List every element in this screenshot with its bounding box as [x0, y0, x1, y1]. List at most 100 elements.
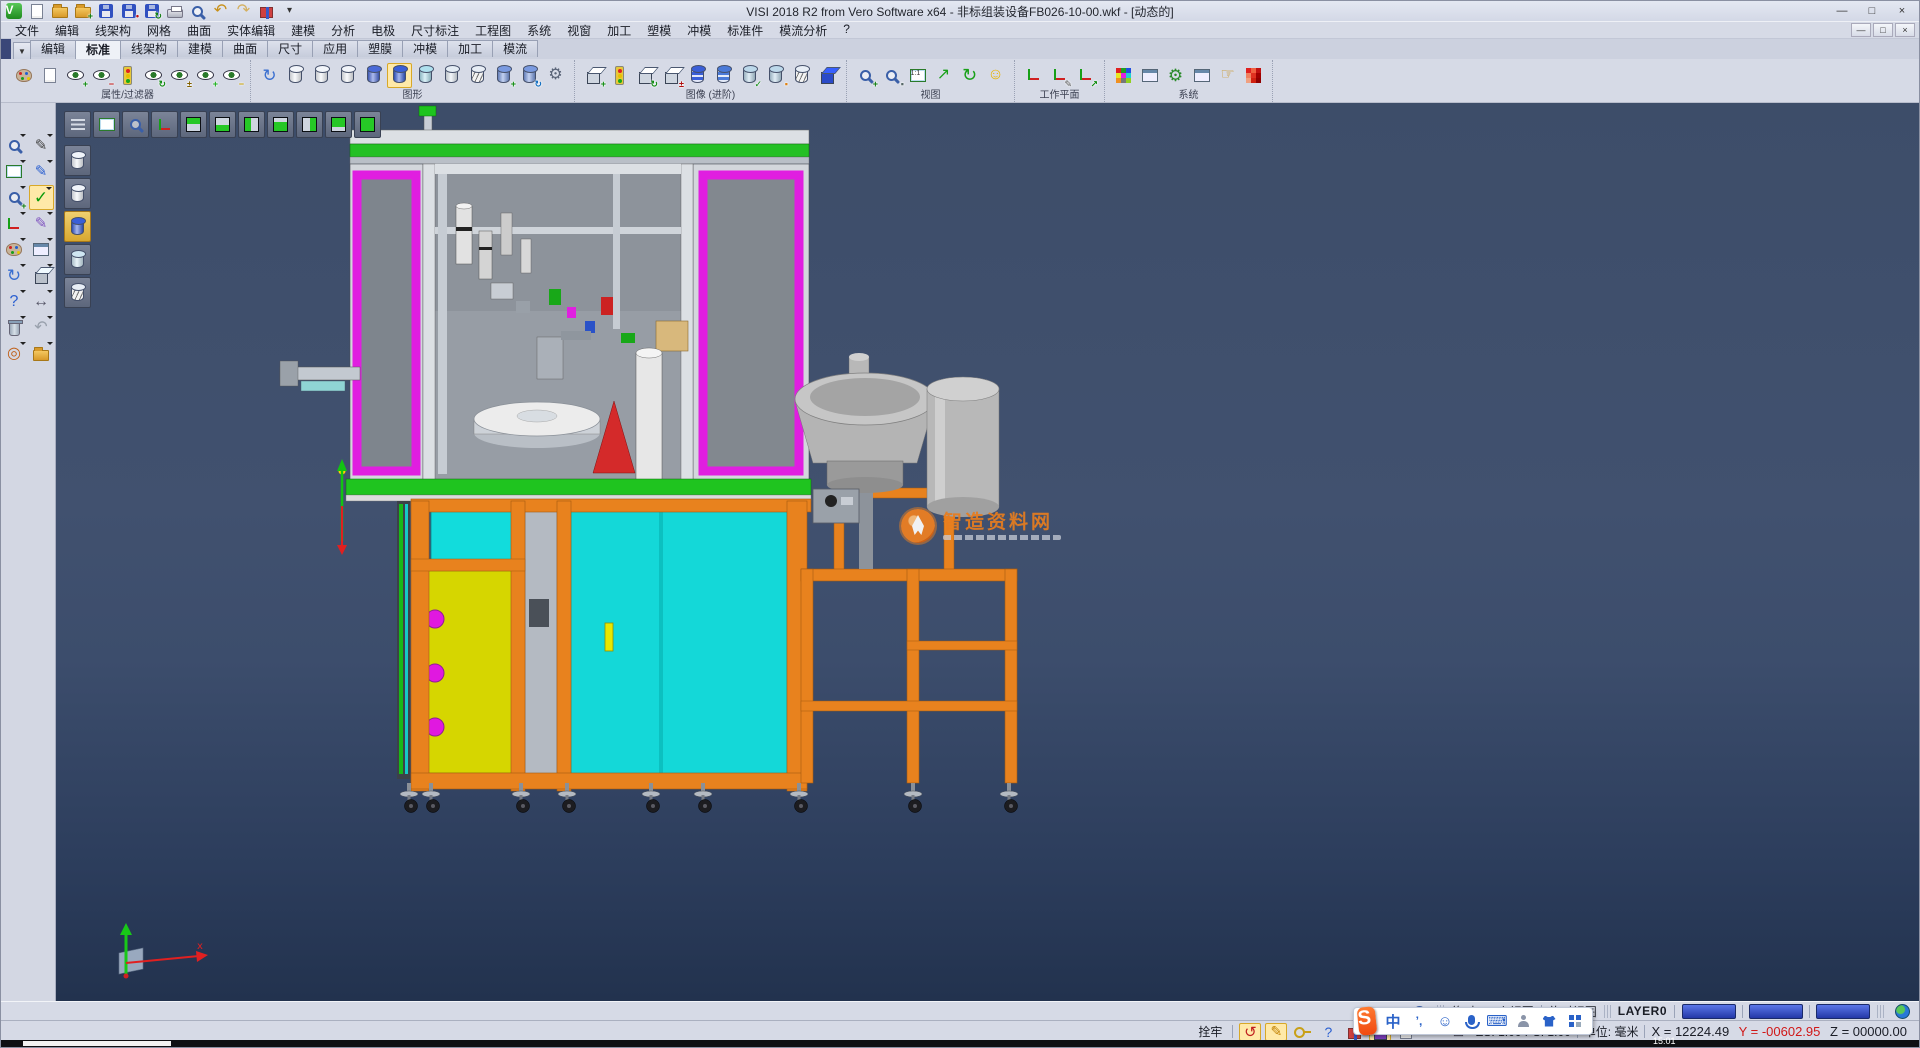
menu-item-视窗[interactable]: 视窗: [559, 21, 599, 40]
show-all[interactable]: +: [193, 63, 218, 88]
new-file[interactable]: [26, 2, 47, 20]
menu-item-加工[interactable]: 加工: [599, 21, 639, 40]
ime-skin[interactable]: [1540, 1012, 1558, 1030]
save-as[interactable]: •: [118, 2, 139, 20]
view-top[interactable]: [180, 111, 207, 138]
mode-hidden-line[interactable]: [64, 178, 91, 209]
lock-toggle[interactable]: 拴牢: [1194, 1023, 1226, 1040]
quick-edit[interactable]: ✎: [1265, 1023, 1287, 1041]
viewport-3d[interactable]: x 智造资料网: [56, 103, 1919, 1001]
menu-item-电极[interactable]: 电极: [363, 21, 403, 40]
wireframe-mode[interactable]: [283, 63, 308, 88]
menu-item-曲面[interactable]: 曲面: [179, 21, 219, 40]
draw-curve[interactable]: ✎: [29, 159, 54, 184]
rotate-view[interactable]: ↻: [957, 63, 982, 88]
menu-item-网格[interactable]: 网格: [139, 21, 179, 40]
ime-account[interactable]: [1514, 1012, 1532, 1030]
globe-icon[interactable]: [1891, 1002, 1913, 1020]
ime-emoji[interactable]: ☺: [1436, 1012, 1454, 1030]
menu-item-建模[interactable]: 建模: [283, 21, 323, 40]
regenerate-graphics[interactable]: ↻: [257, 63, 282, 88]
close-button[interactable]: ×: [1887, 2, 1917, 20]
compress[interactable]: [256, 2, 277, 20]
workplane-define[interactable]: [1021, 63, 1046, 88]
fit-selection[interactable]: [2, 159, 27, 184]
open-library[interactable]: [29, 341, 54, 366]
mode-transparent[interactable]: [64, 244, 91, 275]
ime-sogou-logo[interactable]: S: [1358, 1012, 1376, 1030]
striped-shading-b[interactable]: [711, 63, 736, 88]
grid-table[interactable]: [1241, 63, 1266, 88]
render-visibility[interactable]: [607, 63, 632, 88]
zoom-previous[interactable]: [122, 111, 149, 138]
help[interactable]: ?: [2, 289, 27, 314]
mdi-close-button[interactable]: ×: [1895, 23, 1915, 37]
workplane-edit[interactable]: ✎: [1047, 63, 1072, 88]
minimize-button[interactable]: —: [1827, 2, 1857, 20]
tab-线架构[interactable]: 线架构: [120, 40, 178, 57]
validate-shading[interactable]: ✓: [737, 63, 762, 88]
attribute-brush[interactable]: [1291, 1023, 1313, 1041]
tab-建模[interactable]: 建模: [177, 40, 223, 57]
print[interactable]: [164, 2, 185, 20]
open-file[interactable]: [49, 2, 70, 20]
ime-punctuation[interactable]: ’,: [1410, 1012, 1428, 1030]
refresh-render[interactable]: ↻: [633, 63, 658, 88]
delete-entity[interactable]: [2, 315, 27, 340]
menu-item-编辑[interactable]: 编辑: [47, 21, 87, 40]
ime-voice[interactable]: [1462, 1012, 1480, 1030]
add-render-entities[interactable]: +: [581, 63, 606, 88]
solid-preview[interactable]: [29, 263, 54, 288]
save-file[interactable]: [95, 2, 116, 20]
redo[interactable]: ↷: [233, 2, 254, 20]
hatched-mode[interactable]: [465, 63, 490, 88]
tab-塑膜[interactable]: 塑膜: [357, 40, 403, 57]
menu-item-分析[interactable]: 分析: [323, 21, 363, 40]
visi-app-logo[interactable]: V: [3, 2, 24, 20]
menu-item-尺寸标注[interactable]: 尺寸标注: [403, 21, 467, 40]
visibility-manager[interactable]: [115, 63, 140, 88]
menu-item-模流分析[interactable]: 模流分析: [771, 21, 835, 40]
view-left[interactable]: [238, 111, 265, 138]
navigation-wheel[interactable]: ◎: [2, 341, 27, 366]
workplane-align[interactable]: ↗: [1073, 63, 1098, 88]
selection-filter[interactable]: ☞: [1215, 63, 1240, 88]
move-ucs[interactable]: [2, 211, 27, 236]
color-table[interactable]: [1111, 63, 1136, 88]
ime-language-mode[interactable]: 中: [1384, 1012, 1402, 1030]
menu-item-实体编辑[interactable]: 实体编辑: [219, 21, 283, 40]
menu-item-标准件[interactable]: 标准件: [719, 21, 771, 40]
window-layout[interactable]: [29, 237, 54, 262]
transparent-mode[interactable]: [413, 63, 438, 88]
restore-button[interactable]: □: [1857, 2, 1887, 20]
tab-曲面[interactable]: 曲面: [222, 40, 268, 57]
axonometric-views[interactable]: [151, 111, 178, 138]
zoom-window[interactable]: ▪: [879, 63, 904, 88]
menu-item-工程图[interactable]: 工程图: [467, 21, 519, 40]
undo-operation[interactable]: ↶: [29, 315, 54, 340]
menu-item-文件[interactable]: 文件: [7, 21, 47, 40]
tab-应用[interactable]: 应用: [312, 40, 358, 57]
ime-toolbox[interactable]: [1566, 1012, 1584, 1030]
copy-display-style[interactable]: +: [491, 63, 516, 88]
hide-all[interactable]: −: [219, 63, 244, 88]
zoom-fit[interactable]: [93, 111, 120, 138]
zoom-dynamic[interactable]: +: [2, 185, 27, 210]
hide-entities[interactable]: −: [89, 63, 114, 88]
tab-dropdown-button[interactable]: ▼: [13, 42, 31, 59]
mdi-minimize-button[interactable]: —: [1851, 23, 1871, 37]
view-isometric[interactable]: [354, 111, 381, 138]
shaded-edges-mode[interactable]: [361, 63, 386, 88]
draw-spline[interactable]: ✎: [29, 211, 54, 236]
mode-hatched[interactable]: [64, 277, 91, 308]
tab-标准[interactable]: 标准: [75, 40, 121, 59]
rotate-display-style[interactable]: ↻: [517, 63, 542, 88]
tab-编辑[interactable]: 编辑: [30, 40, 76, 57]
shaded-mode[interactable]: [387, 63, 412, 88]
toolbar-config[interactable]: [1189, 63, 1214, 88]
tab-尺寸[interactable]: 尺寸: [267, 40, 313, 57]
menu-item-?[interactable]: ?: [835, 21, 858, 40]
refresh-visibility[interactable]: ↻: [141, 63, 166, 88]
menu-item-线架构[interactable]: 线架构: [87, 21, 139, 40]
context-help[interactable]: ?: [1317, 1023, 1339, 1041]
